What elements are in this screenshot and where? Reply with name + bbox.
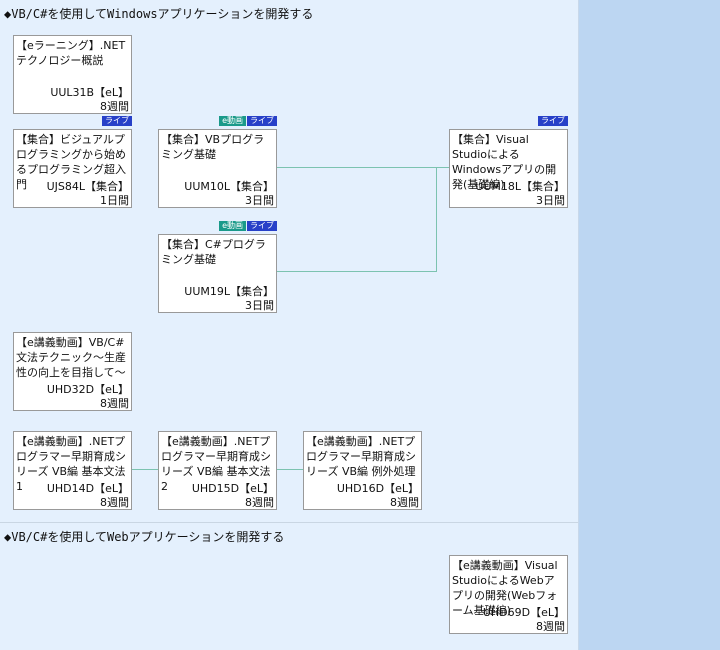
video-badge: e動画 xyxy=(219,221,246,231)
course-title: 【集合】VBプログラミング基礎 xyxy=(161,133,265,161)
course-duration: 3日間 xyxy=(245,299,274,312)
course-title: 【e講義動画】.NETプログラマー早期育成シリーズ VB編 例外処理 xyxy=(306,435,416,478)
course-card[interactable]: 【e講義動画】.NETプログラマー早期育成シリーズ VB編 基本文法2 UHD15… xyxy=(158,431,277,510)
live-badge: ライブ xyxy=(247,116,277,126)
course-duration: 8週間 xyxy=(100,100,129,113)
course-code: UHD32D【eL】 xyxy=(46,383,129,396)
course-card[interactable]: 【集合】C#プログラミング基礎 UUM19L【集合】 3日間 xyxy=(158,234,277,313)
course-card[interactable]: 【e講義動画】VB/C#文法テクニック～生産性の向上を目指して～ UHD32D【e… xyxy=(13,332,132,411)
course-duration: 1日間 xyxy=(100,194,129,207)
course-duration: 8週間 xyxy=(390,496,419,509)
course-duration: 8週間 xyxy=(536,620,565,633)
live-badge: ライブ xyxy=(102,116,132,126)
badge-group: e動画 ライブ xyxy=(219,116,277,126)
course-code: UUM18L【集合】 xyxy=(475,180,565,193)
course-card[interactable]: 【集合】ビジュアルプログラミングから始めるプログラミング超入門 UJS84L【集合… xyxy=(13,129,132,208)
course-code: UUM19L【集合】 xyxy=(184,285,274,298)
course-code: UHD69D【eL】 xyxy=(482,606,565,619)
course-code: UUL31B【eL】 xyxy=(50,86,129,99)
course-duration: 8週間 xyxy=(100,496,129,509)
side-panel xyxy=(578,0,720,650)
course-code: UHD14D【eL】 xyxy=(46,482,129,495)
video-badge: e動画 xyxy=(219,116,246,126)
course-duration: 8週間 xyxy=(100,397,129,410)
course-duration: 3日間 xyxy=(245,194,274,207)
course-title: 【eラーニング】.NETテクノロジー概説 xyxy=(16,39,126,67)
course-card[interactable]: 【eラーニング】.NETテクノロジー概説 UUL31B【eL】 8週間 xyxy=(13,35,132,114)
course-code: UUM10L【集合】 xyxy=(184,180,274,193)
course-code: UHD15D【eL】 xyxy=(191,482,274,495)
connector-cs-to-vs xyxy=(277,167,437,272)
course-duration: 8週間 xyxy=(245,496,274,509)
course-card[interactable]: 【集合】Visual StudioによるWindowsアプリの開発(基礎編) UU… xyxy=(449,129,568,208)
live-badge: ライブ xyxy=(538,116,568,126)
course-card[interactable]: 【集合】VBプログラミング基礎 UUM10L【集合】 3日間 xyxy=(158,129,277,208)
course-title: 【集合】C#プログラミング基礎 xyxy=(161,238,266,266)
badge-group: e動画 ライブ xyxy=(219,221,277,231)
badge-group: ライブ xyxy=(102,116,132,126)
course-card[interactable]: 【e講義動画】.NETプログラマー早期育成シリーズ VB編 基本文法1 UHD14… xyxy=(13,431,132,510)
course-code: UHD16D【eL】 xyxy=(336,482,419,495)
course-title: 【e講義動画】VB/C#文法テクニック～生産性の向上を目指して～ xyxy=(16,336,126,379)
badge-group: ライブ xyxy=(538,116,568,126)
course-duration: 3日間 xyxy=(536,194,565,207)
course-card[interactable]: 【e講義動画】Visual StudioによるWebアプリの開発(Webフォーム… xyxy=(449,555,568,634)
course-card[interactable]: 【e講義動画】.NETプログラマー早期育成シリーズ VB編 例外処理 UHD16D… xyxy=(303,431,422,510)
live-badge: ライブ xyxy=(247,221,277,231)
course-code: UJS84L【集合】 xyxy=(46,180,129,193)
